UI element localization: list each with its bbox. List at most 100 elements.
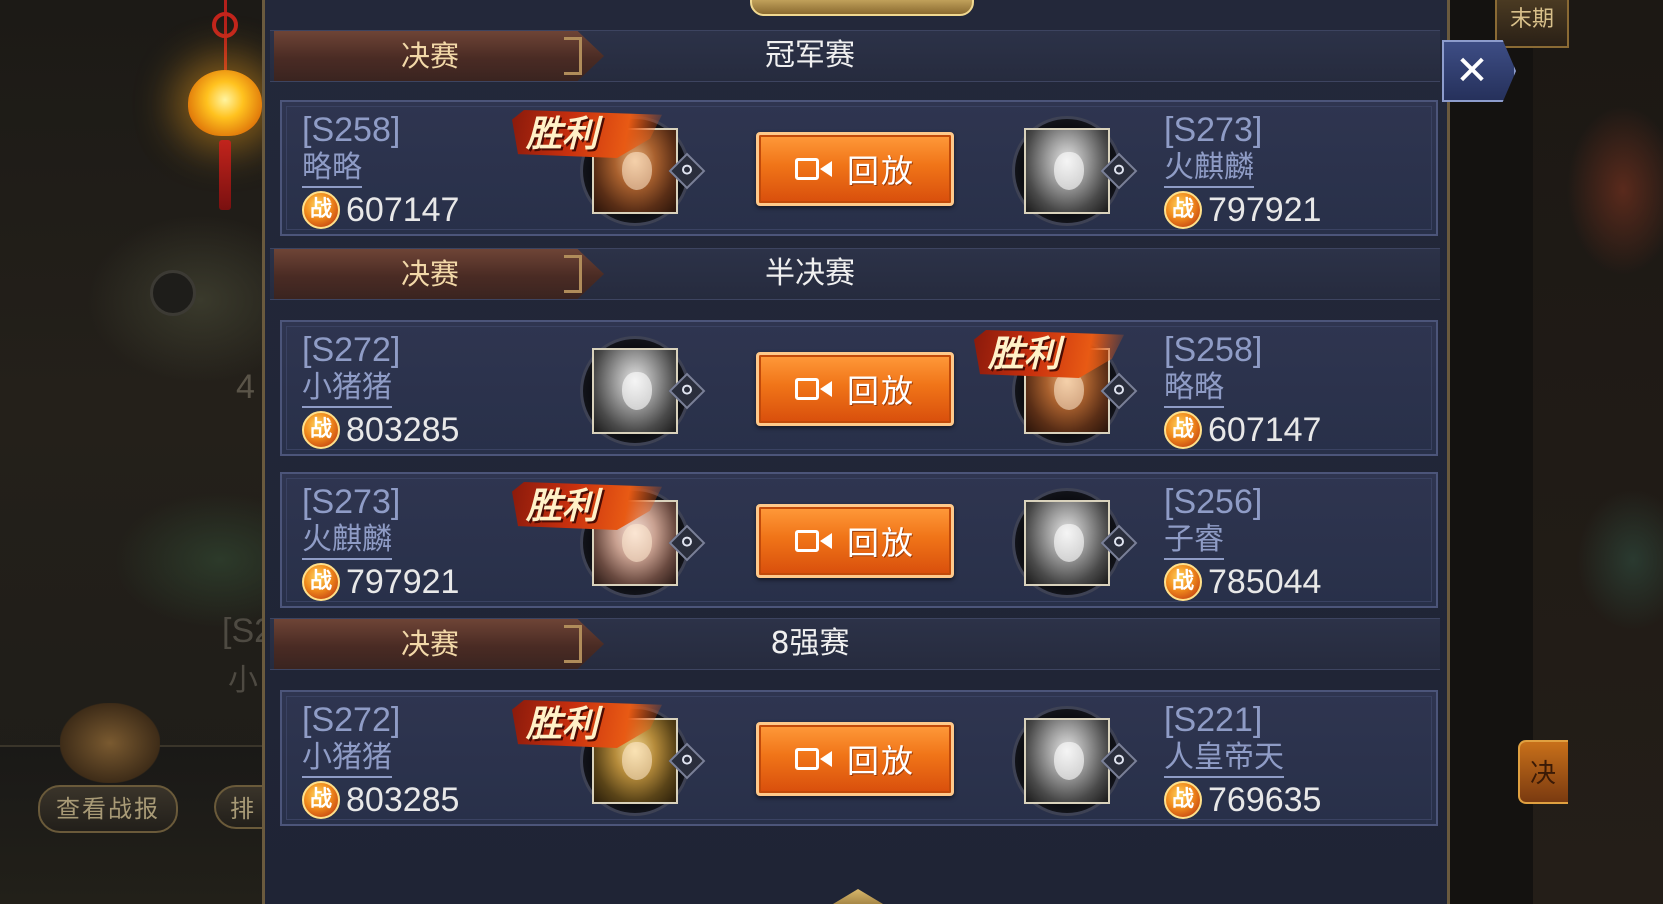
game-screen: 4 [S2 小 查看战报 排 末期 决 ✕ 决赛 冠军赛 [S258] 略略战 6071… [0,0,1663,904]
camera-lens [819,533,832,549]
round-name: 半决赛 [765,256,855,291]
player-info-left: [S273] 火麒麟战 797921 [302,482,502,602]
power-row: 战 797921 [1164,190,1364,230]
replay-label: 回放 [846,152,915,190]
server-tag: [S258] [1164,331,1263,369]
round-name: 冠军赛 [765,38,855,73]
power-row: 战 607147 [1164,410,1364,450]
replay-label: 回放 [846,742,915,780]
player-name-link[interactable]: 小猪猪 [302,370,392,408]
video-camera-icon [794,376,833,402]
match-row: [S272] 小猪猪战 803285 [S258] 略略战 607147 胜利 回放 [280,320,1438,456]
combat-power-icon: 战 [1164,191,1202,229]
combat-power-value: 803285 [346,781,460,819]
video-camera-icon [794,528,833,554]
server-tag: [S221] [1164,701,1263,739]
player-name-link[interactable]: 略略 [1164,370,1224,408]
player-info-right: [S256] 子睿战 785044 [1164,482,1364,602]
lantern-icon [188,70,262,136]
replay-button[interactable]: 回放 [756,352,954,426]
combat-power-icon: 战 [302,563,340,601]
hero-portrait [592,348,678,434]
player-name-link[interactable]: 人皇帝天 [1164,740,1284,778]
stage-tag: 决赛 [274,619,604,669]
close-button[interactable]: ✕ [1442,40,1516,102]
server-tag: [S258] [302,111,401,149]
player-name-link[interactable]: 火麒麟 [302,522,392,560]
replay-button[interactable]: 回放 [756,722,954,796]
server-tag: [S273] [302,483,401,521]
power-row: 战 797921 [302,562,502,602]
camera-body [794,530,819,552]
combat-power-icon: 战 [302,411,340,449]
hero-portrait [1024,718,1110,804]
server-tag: [S273] [1164,111,1263,149]
hero-avatar-right[interactable] [1012,116,1138,226]
hero-face [1054,742,1084,780]
combat-power-value: 769635 [1208,781,1322,819]
server-tag: [S256] [1164,483,1263,521]
camera-lens [819,751,832,767]
combat-power-icon: 战 [302,191,340,229]
hero-face [622,372,652,410]
camera-lens [819,381,832,397]
player-info-right: [S258] 略略战 607147 [1164,330,1364,450]
hero-portrait [1024,500,1110,586]
player-info-left: [S272] 小猪猪战 803285 [302,330,502,450]
replay-label: 回放 [846,524,915,562]
round-header: 决赛 8强赛 [270,618,1440,670]
video-camera-icon [794,156,833,182]
bottom-right-button[interactable]: 决 [1518,740,1568,804]
round-header: 决赛 冠军赛 [270,30,1440,82]
battle-report-scroll-icon [60,703,160,783]
hero-face [622,524,652,562]
lantern-tassel [219,140,231,210]
player-name-link[interactable]: 子睿 [1164,522,1224,560]
panel-title-ornament [750,0,974,16]
background-magnifier-icon [150,270,196,316]
combat-power-icon: 战 [1164,411,1202,449]
round-name: 8强赛 [770,626,850,661]
power-row: 战 803285 [302,780,502,820]
player-name-link[interactable]: 小猪猪 [302,740,392,778]
background-text: 小 [228,664,258,697]
server-tag: [S272] [302,701,401,739]
power-row: 战 607147 [302,190,502,230]
power-row: 战 769635 [1164,780,1364,820]
combat-power-value: 607147 [1208,411,1322,449]
video-camera-icon [794,746,833,772]
power-row: 战 785044 [1164,562,1364,602]
power-row: 战 803285 [302,410,502,450]
hero-face [1054,524,1084,562]
camera-lens [819,161,832,177]
player-info-right: [S221] 人皇帝天战 769635 [1164,700,1364,820]
chinese-knot-icon [212,12,238,38]
camera-body [794,748,819,770]
server-tag: [S272] [302,331,401,369]
player-info-left: [S258] 略略战 607147 [302,110,502,230]
combat-power-icon: 战 [302,781,340,819]
background-text: 4 [236,368,255,406]
hero-face [1054,152,1084,190]
top-right-button[interactable]: 末期 [1495,0,1569,48]
combat-power-value: 785044 [1208,563,1322,601]
camera-body [794,158,819,180]
hero-avatar-left[interactable] [580,336,706,446]
player-info-left: [S272] 小猪猪战 803285 [302,700,502,820]
hero-face [622,742,652,780]
round-header: 决赛 半决赛 [270,248,1440,300]
combat-power-value: 607147 [346,191,460,229]
player-name-link[interactable]: 火麒麟 [1164,150,1254,188]
camera-body [794,378,819,400]
replay-button[interactable]: 回放 [756,504,954,578]
match-row: [S272] 小猪猪战 803285 [S221] 人皇帝天战 769635 胜利 回放 [280,690,1438,826]
replay-button[interactable]: 回放 [756,132,954,206]
view-battle-report-button[interactable]: 查看战报 [38,785,178,833]
combat-power-value: 797921 [1208,191,1322,229]
hero-portrait [1024,128,1110,214]
combat-power-value: 797921 [346,563,460,601]
player-name-link[interactable]: 略略 [302,150,362,188]
hero-avatar-right[interactable] [1012,488,1138,598]
replay-label: 回放 [846,372,915,410]
hero-avatar-right[interactable] [1012,706,1138,816]
